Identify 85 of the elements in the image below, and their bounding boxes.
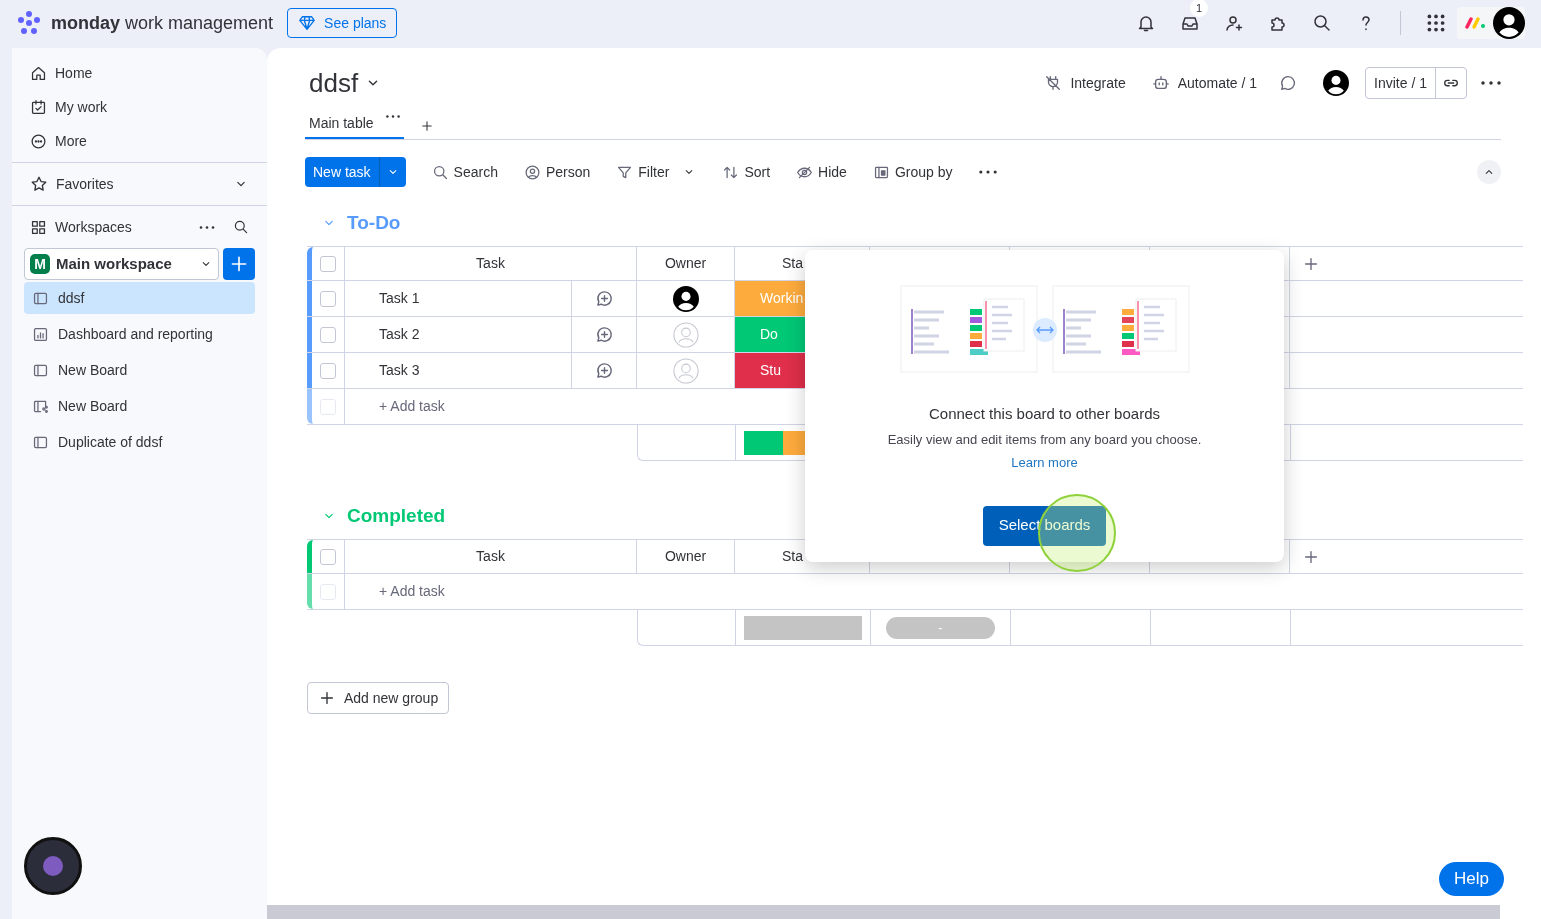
board-item[interactable]: Dashboard and reporting bbox=[24, 318, 255, 350]
checkbox[interactable] bbox=[320, 362, 336, 379]
user-avatar-icon[interactable] bbox=[1493, 7, 1525, 39]
plug-icon bbox=[1044, 74, 1063, 92]
search-icon bbox=[233, 219, 249, 235]
add-group-button[interactable]: Add new group bbox=[307, 682, 450, 714]
board-title: ddsf bbox=[309, 66, 359, 100]
add-view-icon bbox=[419, 119, 434, 133]
automate-button[interactable]: Automate / 1 bbox=[1151, 72, 1258, 94]
toolbar-button[interactable]: Search bbox=[431, 161, 498, 183]
diamond-icon bbox=[298, 14, 317, 32]
toolbar-button[interactable]: Filter bbox=[616, 161, 697, 183]
more-icon[interactable] bbox=[199, 225, 215, 229]
owner-avatar-icon[interactable] bbox=[1323, 70, 1350, 96]
column-header: Task bbox=[345, 540, 637, 573]
column-header: Sta bbox=[782, 547, 803, 566]
mywork-icon bbox=[30, 98, 47, 116]
toolbar-button[interactable]: Person bbox=[523, 161, 591, 183]
task-name[interactable]: Task 3 bbox=[379, 360, 420, 381]
column-header: Owner bbox=[637, 247, 735, 280]
apps-grid-icon bbox=[1425, 12, 1447, 34]
help-button[interactable]: Help bbox=[1439, 862, 1504, 896]
board-item[interactable]: ddsf bbox=[24, 282, 255, 314]
add-task-button[interactable]: + Add task bbox=[379, 396, 445, 417]
nav-item[interactable]: More bbox=[30, 124, 249, 158]
board-item[interactable]: New Board bbox=[24, 354, 255, 386]
disabled-checkbox-icon bbox=[320, 398, 336, 415]
toolbar-button[interactable]: Sort bbox=[722, 161, 771, 183]
brand-mark-icon bbox=[1465, 16, 1487, 30]
workspaces-label: Workspaces bbox=[55, 217, 132, 237]
horizontal-scrollbar[interactable] bbox=[267, 905, 1500, 919]
task-name[interactable]: Task 2 bbox=[379, 324, 420, 345]
column-header: Owner bbox=[637, 540, 735, 573]
add-task-button[interactable]: + Add task bbox=[379, 581, 445, 602]
more-circle-icon bbox=[30, 132, 47, 150]
nav-item[interactable]: Home bbox=[30, 56, 249, 90]
popup-description: Easily view and edit items from any board you choose. bbox=[887, 430, 1202, 449]
checkbox[interactable] bbox=[320, 290, 336, 307]
invite-member-icon bbox=[1224, 13, 1244, 33]
more-icon[interactable] bbox=[1481, 81, 1501, 85]
add-update-icon bbox=[594, 361, 614, 380]
checkbox[interactable] bbox=[320, 548, 336, 565]
board-item[interactable]: New Board bbox=[24, 390, 255, 422]
task-name[interactable]: Task 1 bbox=[379, 288, 420, 309]
brand-name: monday work management bbox=[51, 11, 274, 35]
dashboard-icon bbox=[32, 325, 49, 343]
search-icon bbox=[1312, 13, 1332, 33]
more-icon[interactable] bbox=[978, 170, 997, 174]
person-icon bbox=[523, 163, 541, 181]
notification-badge: 1 bbox=[1190, 0, 1208, 17]
date-summary-pill: - bbox=[886, 616, 995, 639]
toolbar-button[interactable]: Group by bbox=[872, 161, 953, 183]
column-header: Sta bbox=[782, 254, 803, 273]
owner-avatar-icon[interactable] bbox=[672, 285, 699, 312]
new-task-button[interactable]: New task bbox=[305, 157, 406, 187]
checkbox[interactable] bbox=[320, 326, 336, 343]
home-icon bbox=[30, 64, 47, 82]
add-update-icon bbox=[594, 325, 614, 344]
more-icon[interactable] bbox=[385, 115, 400, 118]
plus-icon bbox=[318, 689, 336, 707]
collapse-button[interactable] bbox=[1477, 160, 1501, 184]
add-update-icon bbox=[594, 289, 614, 308]
favorites-section[interactable]: Favorites bbox=[12, 163, 267, 205]
checkbox[interactable] bbox=[320, 255, 336, 272]
workspace-icon: M bbox=[30, 254, 50, 274]
toolbar-button[interactable]: Hide bbox=[796, 161, 847, 183]
nav-item[interactable]: My work bbox=[30, 90, 249, 124]
updates-icon bbox=[1279, 74, 1298, 92]
star-icon bbox=[30, 175, 48, 193]
bell-icon bbox=[1136, 13, 1156, 33]
column-header: Task bbox=[345, 247, 637, 280]
add-button[interactable] bbox=[223, 248, 255, 280]
search-icon bbox=[431, 163, 449, 181]
logo-icon bbox=[16, 10, 42, 36]
workspace-selector[interactable]: M Main workspace bbox=[24, 248, 219, 280]
popup-title: Connect this board to other boards bbox=[929, 404, 1160, 424]
assistant-button[interactable] bbox=[24, 837, 82, 895]
grid-icon bbox=[30, 218, 47, 236]
learn-more-link[interactable]: Learn more bbox=[1011, 453, 1078, 473]
view-tab[interactable]: Main table bbox=[305, 113, 404, 139]
integrate-button[interactable]: Integrate bbox=[1044, 72, 1126, 94]
see-plans-button[interactable]: See plans bbox=[287, 8, 398, 38]
disabled-checkbox-icon bbox=[320, 583, 336, 600]
board-item[interactable]: Duplicate of ddsf bbox=[24, 426, 255, 458]
robot-icon bbox=[1151, 74, 1170, 92]
